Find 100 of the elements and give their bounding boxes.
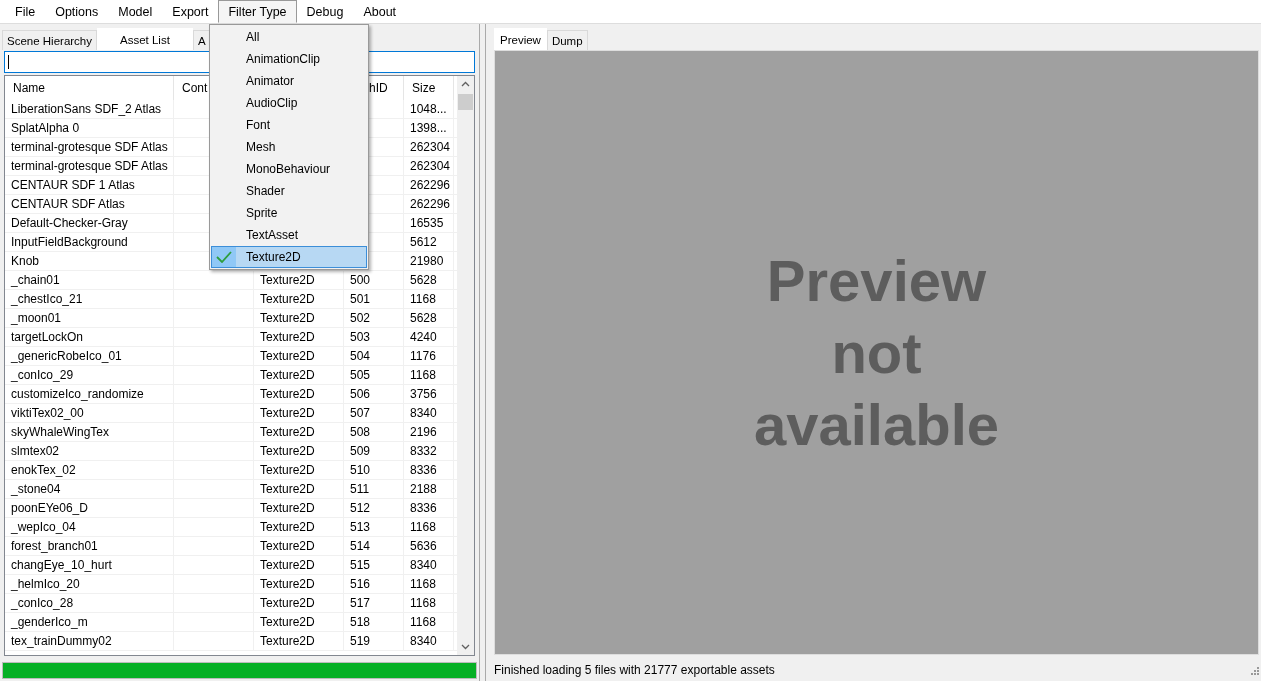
table-cell-text: 16535	[409, 215, 445, 232]
table-cell-text: 516	[349, 576, 372, 593]
table-cell-text: 2196	[409, 424, 438, 441]
table-cell-text: _moon01	[10, 310, 63, 327]
table-cell-text: 509	[349, 443, 372, 460]
table-cell-text: 5628	[409, 310, 438, 327]
table-cell-text: Texture2D	[259, 386, 316, 403]
table-cell-text: 3756	[409, 386, 438, 403]
table-cell-text: 1168	[409, 367, 437, 384]
table-cell-text: 504	[349, 348, 372, 365]
table-cell-text: _genericRobeIco_01	[10, 348, 123, 365]
table-cell-text: 510	[349, 462, 372, 479]
table-cell-text: Texture2D	[259, 462, 316, 479]
table-cell-text: 1168	[409, 291, 437, 308]
table-cell-text: 21980	[409, 253, 445, 270]
table-cell-text: 508	[349, 424, 372, 441]
table-cell-text: Texture2D	[259, 576, 316, 593]
table-cell-text: 500	[349, 272, 372, 289]
table-cell-text: Texture2D	[259, 481, 316, 498]
table-cell-text: forest_branch01	[10, 538, 99, 555]
table-cell-text: Texture2D	[259, 329, 316, 346]
table-cell-text: 513	[349, 519, 372, 536]
status-text: Finished loading 5 files with 21777 exportable assets	[494, 663, 775, 677]
table-cell-text: Knob	[10, 253, 41, 270]
table-cell-text: 501	[349, 291, 372, 308]
table-cell-text: Texture2D	[259, 443, 316, 460]
table-cell-text: 1168	[409, 576, 437, 593]
table-cell-text: 262304	[409, 158, 452, 175]
table-cell-text: Texture2D	[259, 310, 316, 327]
table-cell-text: 1168	[409, 595, 437, 612]
table-cell-text: 5612	[409, 234, 438, 251]
table-cell-text: Texture2D	[259, 348, 316, 365]
table-cell-text: _wepIco_04	[10, 519, 77, 536]
table-cell-text: Texture2D	[259, 519, 316, 536]
table-cell-text: 1398...	[409, 120, 448, 137]
table-cell-text: 8340	[409, 557, 438, 574]
table-cell-text: Texture2D	[259, 633, 316, 650]
table-cell-text: 512	[349, 500, 372, 517]
table-cell-text: 1048...	[409, 101, 448, 118]
table-cell-text: 262296	[409, 177, 452, 194]
preview-message: Preview not available	[752, 246, 1001, 459]
table-cell-text: enokTex_02	[10, 462, 77, 479]
table-cell-text: terminal-grotesque SDF Atlas	[10, 139, 169, 156]
table-cell-text: 506	[349, 386, 372, 403]
table-cell-text: Texture2D	[259, 595, 316, 612]
table-cell-text: tex_trainDummy02	[10, 633, 113, 650]
table-cell-text: CENTAUR SDF Atlas	[10, 196, 126, 213]
table-cell-text: Texture2D	[259, 424, 316, 441]
table-cell-text: _conIco_28	[10, 595, 75, 612]
table-cell-text: _conIco_29	[10, 367, 75, 384]
table-cell-text: _chain01	[10, 272, 61, 289]
table-cell-text: Texture2D	[259, 405, 316, 422]
table-cell-text: Texture2D	[259, 291, 316, 308]
table-cell-text: 1168	[409, 519, 437, 536]
table-cell-text: 8336	[409, 462, 438, 479]
table-cell-text: Default-Checker-Gray	[10, 215, 129, 232]
table-cell-text: Texture2D	[259, 557, 316, 574]
table-cell-text: _chestIco_21	[10, 291, 84, 308]
table-cell-text: 1168	[409, 614, 437, 631]
table-cell-text: 502	[349, 310, 372, 327]
table-cell-text: 503	[349, 329, 372, 346]
table-cell-text: 5628	[409, 272, 438, 289]
table-cell-text: _helmIco_20	[10, 576, 81, 593]
table-cell-text: 511	[349, 481, 371, 498]
table-cell-text: _stone04	[10, 481, 62, 498]
table-cell-text: viktiTex02_00	[10, 405, 85, 422]
table-cell-text: 1176	[409, 348, 437, 365]
table-cell-text: Texture2D	[259, 367, 316, 384]
table-cell-text: InputFieldBackground	[10, 234, 129, 251]
table-cell-text: 507	[349, 405, 372, 422]
table-cell-text: poonEYe06_D	[10, 500, 89, 517]
table-cell-text: terminal-grotesque SDF Atlas	[10, 158, 169, 175]
table-cell-text: Texture2D	[259, 272, 316, 289]
table-cell-text: 8340	[409, 405, 438, 422]
table-cell-text: Texture2D	[259, 614, 316, 631]
table-cell-text: skyWhaleWingTex	[10, 424, 111, 441]
table-cell-text: SplatAlpha 0	[10, 120, 81, 137]
table-cell-text: 262304	[409, 139, 452, 156]
table-cell-text: _genderIco_m	[10, 614, 89, 631]
table-cell-text: 518	[349, 614, 372, 631]
table-cell-text: 515	[349, 557, 372, 574]
table-cell-text: targetLockOn	[10, 329, 85, 346]
table-cell-text: 8332	[409, 443, 438, 460]
table-cell-text: customizeIco_randomize	[10, 386, 145, 403]
table-cell-text: 262296	[409, 196, 452, 213]
table-cell-text: CENTAUR SDF 1 Atlas	[10, 177, 136, 194]
table-cell-text: slmtex02	[10, 443, 61, 460]
table-cell-text: 2188	[409, 481, 438, 498]
table-cell-text: 8340	[409, 633, 438, 650]
table-cell-text: changEye_10_hurt	[10, 557, 113, 574]
table-cell-text: 8336	[409, 500, 438, 517]
table-cell-text: 514	[349, 538, 372, 555]
table-cell-text: Texture2D	[259, 538, 316, 555]
table-cell-text: 4240	[409, 329, 438, 346]
table-cell-text: 505	[349, 367, 372, 384]
table-cell-text: 519	[349, 633, 372, 650]
table-cell-text: Texture2D	[259, 500, 316, 517]
table-cell-text: 5636	[409, 538, 438, 555]
table-cell-text: 517	[349, 595, 372, 612]
table-cell-text: LiberationSans SDF_2 Atlas	[10, 101, 163, 118]
